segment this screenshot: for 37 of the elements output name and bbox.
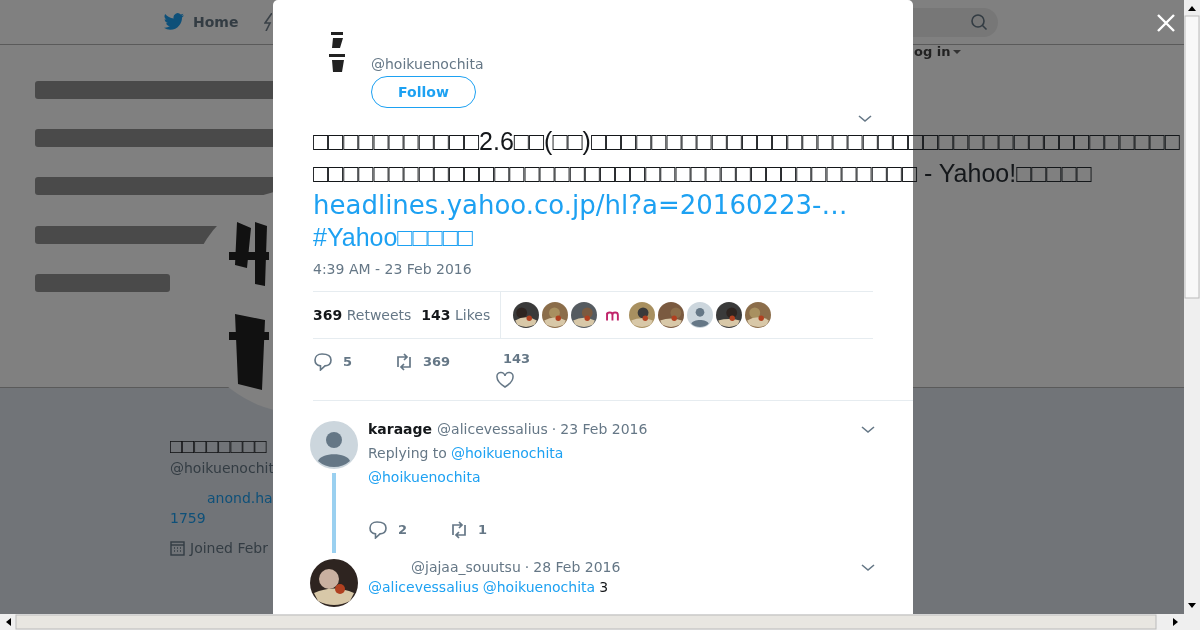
profile-link[interactable]: anond.ha: [207, 488, 273, 508]
replying-label: Replying to: [368, 445, 447, 461]
profile-handle: @hoikuenochit: [170, 459, 274, 478]
reply-icon[interactable]: [368, 519, 388, 539]
search-field[interactable]: [912, 7, 999, 37]
mention-link[interactable]: @hoikuenochita: [368, 469, 481, 485]
profile-link[interactable]: 1759: [170, 508, 206, 528]
user-handle: @jajaa_souutsu: [411, 559, 521, 575]
heart-icon[interactable]: [495, 370, 515, 390]
lightning-icon: [264, 13, 273, 31]
home-tab[interactable]: Home: [163, 13, 239, 31]
reply-icon[interactable]: [313, 351, 333, 371]
reply-text: 3: [599, 579, 609, 595]
chevron-icon[interactable]: [860, 561, 876, 573]
retweet-count: 1: [478, 521, 488, 537]
like-count: 143: [503, 351, 531, 366]
chevron-icon[interactable]: [860, 423, 876, 435]
close-icon[interactable]: [1156, 13, 1176, 33]
reply-count: 5: [343, 353, 353, 369]
bird-icon: [163, 13, 185, 31]
mention-link[interactable]: @hoikuenochita: [450, 445, 564, 461]
user-name: karaage: [368, 421, 433, 437]
reply-count: 2: [398, 521, 408, 537]
joined-date: Joined Febr: [190, 540, 268, 556]
calendar-icon: [170, 540, 185, 556]
vertical-scrollbar[interactable]: [1184, 0, 1200, 614]
user-handle: @alicevessalius: [437, 421, 548, 437]
mention-link[interactable]: @alicevessalius: [368, 579, 479, 595]
profile-name: □□□□□□□□: [170, 434, 267, 458]
horizontal-scrollbar[interactable]: [0, 614, 1200, 630]
reply-date: 23 Feb 2016: [560, 421, 648, 437]
separator-dot: ·: [524, 559, 530, 575]
mention-link[interactable]: @hoikuenochita: [482, 579, 596, 595]
separator-dot: ·: [551, 421, 557, 437]
retweet-count: 369: [423, 353, 451, 369]
reply-date: 28 Feb 2016: [533, 559, 621, 575]
search-icon: [970, 13, 989, 31]
